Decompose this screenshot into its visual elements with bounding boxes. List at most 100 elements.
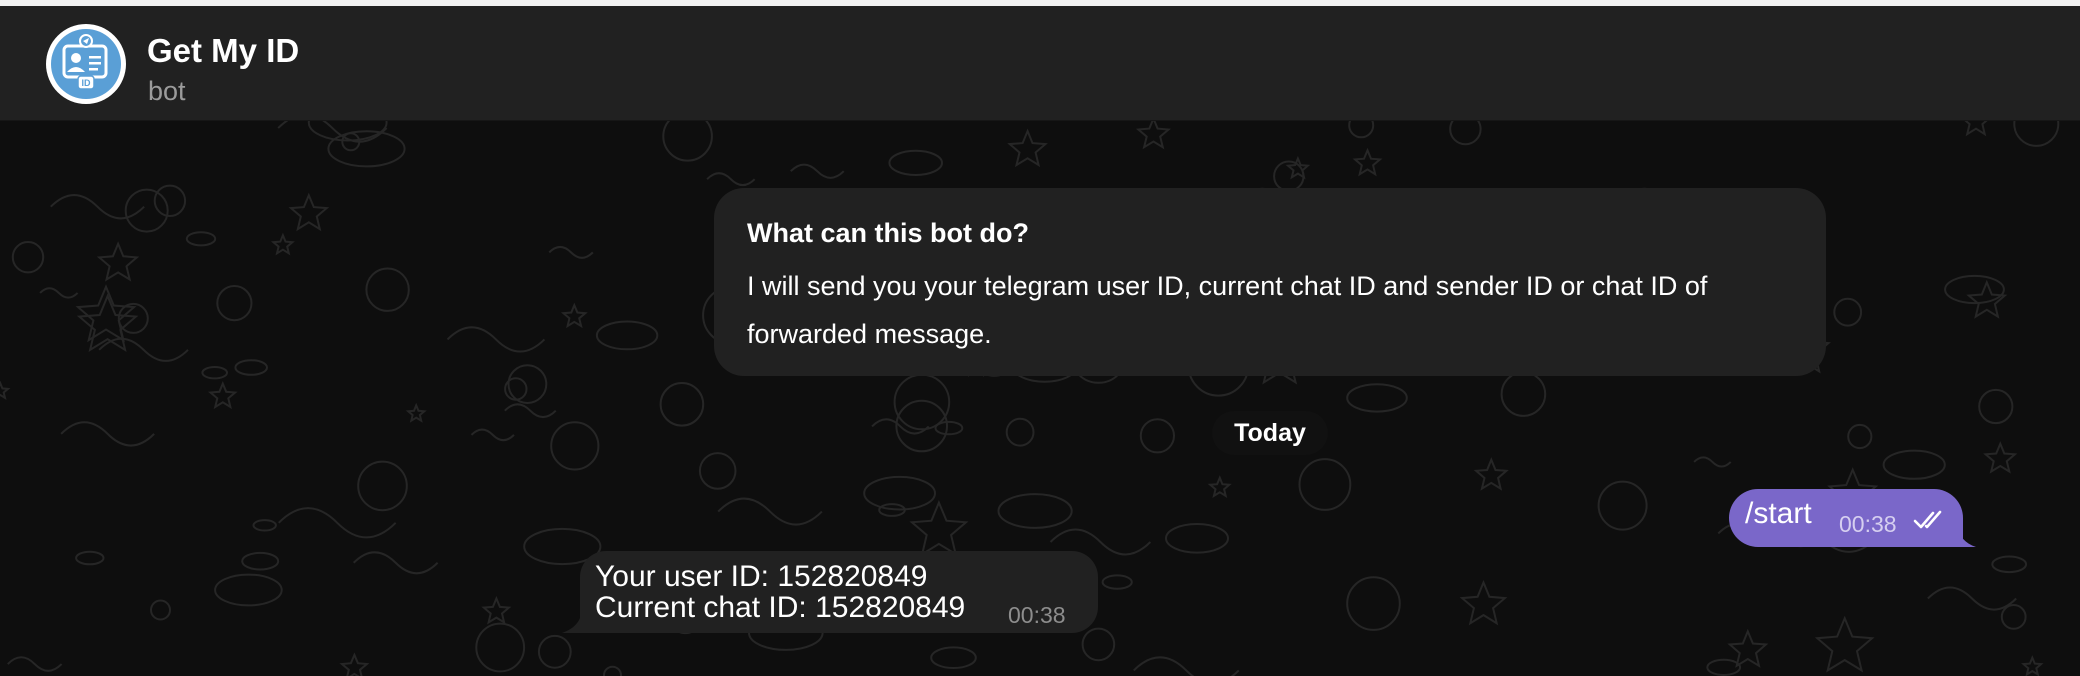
pattern-doodle (893, 373, 951, 431)
pattern-doodle (11, 241, 45, 274)
pattern-doodle (1346, 576, 1401, 631)
pattern-doodle (662, 121, 713, 162)
pattern-doodle (270, 232, 295, 256)
bot-info-title: What can this bot do? (747, 218, 1029, 248)
pattern-doodle (997, 493, 1073, 529)
pattern-doodle (214, 573, 283, 607)
pattern-doodle (909, 500, 969, 557)
pattern-doodle (1833, 297, 1863, 327)
message-text: /start (1745, 497, 1812, 530)
pattern-doodle (2000, 604, 2027, 630)
message-list[interactable]: What can this bot do? I will send you yo… (0, 121, 2080, 676)
pattern-doodle (1964, 121, 1988, 137)
pattern-doodle (75, 550, 105, 566)
double-check-icon (1913, 510, 1942, 529)
pattern-doodle (1693, 456, 1732, 468)
pattern-doodle (1007, 128, 1048, 168)
message-time: 00:38 (1839, 511, 1897, 537)
chat-id-value[interactable]: 152820849 (815, 591, 965, 624)
pattern-doodle (39, 287, 79, 299)
user-id-line: Your user ID: 152820849 (595, 560, 928, 594)
pattern-doodle (550, 421, 600, 471)
chat-status: bot (148, 76, 186, 106)
pattern-doodle (1978, 388, 2014, 425)
pattern-doodle (475, 622, 526, 673)
pattern-doodle (1706, 658, 1742, 676)
pattern-doodle (0, 380, 11, 401)
bot-avatar[interactable]: ID (46, 24, 126, 104)
pattern-doodle (1348, 121, 1375, 139)
pattern-doodle (2021, 655, 2044, 676)
pattern-doodle (790, 163, 845, 179)
pattern-doodle (1814, 615, 1875, 673)
pattern-doodle (216, 285, 253, 322)
incoming-message[interactable]: Your user ID: 152820849 Current chat ID:… (580, 551, 1098, 633)
pattern-doodle (1927, 586, 2017, 611)
pattern-doodle (2013, 121, 2060, 147)
chat-id-label: Current chat ID: (595, 591, 816, 624)
pattern-doodle (1847, 423, 1873, 450)
outgoing-bubble-tail (1950, 524, 1976, 547)
pattern-doodle (339, 652, 370, 676)
chat-header[interactable]: ID Get My ID bot (0, 6, 2080, 121)
pattern-doodle (75, 284, 137, 343)
pattern-doodle (96, 241, 140, 282)
pattern-doodle (150, 599, 171, 621)
pattern-doodle (1473, 457, 1509, 491)
pattern-doodle (252, 519, 277, 532)
pattern-doodle (871, 418, 930, 435)
bot-info-text: I will send you your telegram user ID, c… (747, 271, 1708, 349)
pattern-doodle (470, 428, 515, 442)
pattern-doodle (481, 595, 512, 625)
pattern-doodle (201, 366, 228, 380)
user-id-label: Your user ID: (595, 560, 778, 593)
pattern-doodle (1298, 458, 1352, 511)
outgoing-message[interactable]: /start 00:38 (1729, 489, 1963, 547)
pattern-doodle (241, 551, 280, 571)
pattern-doodle (537, 634, 572, 669)
pattern-doodle (1352, 147, 1383, 177)
pattern-doodle (352, 551, 439, 575)
pattern-doodle (1500, 371, 1547, 417)
pattern-doodle (185, 231, 217, 247)
pattern-doodle (1165, 523, 1229, 554)
pattern-doodle (1005, 417, 1035, 447)
user-id-value[interactable]: 152820849 (777, 560, 927, 593)
pattern-doodle (659, 382, 705, 427)
pattern-doodle (446, 326, 546, 353)
message-time: 00:38 (1008, 602, 1066, 628)
pattern-doodle (208, 380, 238, 410)
pattern-doodle (1991, 555, 2028, 574)
avatar-badge-text: ID (82, 78, 92, 88)
pattern-doodle (504, 403, 557, 419)
bot-info-card: What can this bot do? I will send you yo… (714, 188, 1826, 376)
pattern-doodle (1139, 418, 1176, 454)
pattern-doodle (1081, 627, 1116, 662)
pattern-doodle (153, 184, 187, 218)
pattern-doodle (1597, 480, 1648, 531)
pattern-doodle (698, 452, 737, 490)
pattern-doodle (930, 646, 977, 670)
pattern-doodle (1944, 274, 2005, 305)
pattern-doodle (603, 665, 622, 676)
pattern-doodle (1983, 441, 2018, 474)
pattern-doodle (1966, 279, 2008, 319)
pattern-doodle (1133, 656, 1240, 676)
chat-id-line: Current chat ID: 152820849 (595, 591, 965, 625)
pattern-doodle (934, 420, 964, 436)
pattern-doodle (357, 460, 408, 512)
pattern-doodle (1135, 121, 1171, 150)
pattern-doodle (548, 245, 594, 259)
pattern-doodle (327, 130, 406, 168)
pattern-doodle (1459, 579, 1508, 626)
pattern-doodle (60, 421, 155, 447)
pattern-doodle (278, 507, 397, 539)
pattern-doodle (1101, 574, 1133, 590)
date-separator: Today (1212, 411, 1328, 455)
pattern-doodle (595, 320, 659, 351)
pattern-doodle (288, 192, 330, 232)
pattern-doodle (1449, 121, 1482, 146)
chat-title[interactable]: Get My ID (147, 32, 299, 70)
pattern-doodle (717, 497, 823, 526)
pattern-doodle (405, 402, 427, 423)
